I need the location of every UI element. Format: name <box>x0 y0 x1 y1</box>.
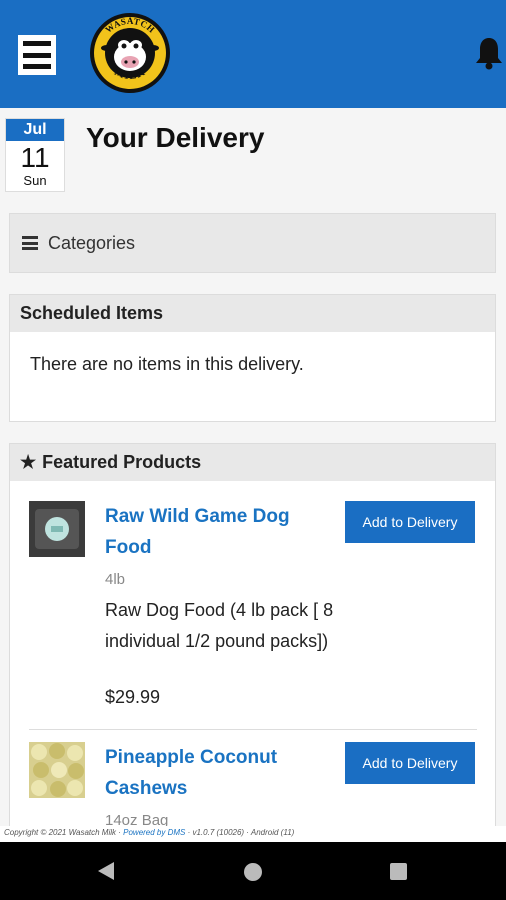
main-content: Jul 11 Sun Your Delivery Categories Sche… <box>0 108 506 826</box>
home-icon[interactable] <box>244 863 262 881</box>
product-name[interactable]: Raw Wild Game Dog Food <box>105 501 315 563</box>
product-price: $29.99 <box>105 687 161 707</box>
categories-button[interactable]: Categories <box>9 213 496 273</box>
add-to-delivery-button[interactable]: Add to Delivery <box>345 742 475 784</box>
product-image[interactable] <box>29 501 85 557</box>
date-month: Jul <box>6 119 64 141</box>
add-to-delivery-button[interactable]: Add to Delivery <box>345 501 475 543</box>
product-item: Pineapple Coconut Cashews 14oz Bag Add t… <box>29 742 477 826</box>
scheduled-items-header: Scheduled Items <box>10 295 495 332</box>
app-bar: WASATCH MILK <box>0 0 506 108</box>
empty-message: There are no items in this delivery. <box>30 354 304 374</box>
date-badge: Jul 11 Sun <box>5 118 65 192</box>
categories-label: Categories <box>48 232 136 253</box>
featured-products-title: Featured Products <box>42 452 202 472</box>
product-image[interactable] <box>29 742 85 798</box>
hamburger-icon[interactable] <box>18 35 56 75</box>
date-day: 11 <box>20 142 50 173</box>
wasatch-milk-logo[interactable]: WASATCH MILK <box>89 12 171 94</box>
product-description: Raw Dog Food (4 lb pack [ 8 individual 1… <box>105 600 334 651</box>
featured-products-header: ★ Featured Products <box>10 444 495 481</box>
system-navigation-bar <box>0 842 506 900</box>
divider <box>29 729 477 730</box>
product-size: 4lb <box>105 571 126 588</box>
page-title: Your Delivery <box>86 122 265 153</box>
back-icon[interactable] <box>98 862 114 880</box>
product-name[interactable]: Pineapple Coconut Cashews <box>105 742 315 804</box>
star-icon: ★ <box>20 452 37 472</box>
recent-apps-icon[interactable] <box>390 863 407 880</box>
featured-products-panel: ★ Featured Products Raw Wild Game Dog Fo… <box>9 443 496 826</box>
footer-version: · v1.0.7 (10026) · Android (11) <box>185 828 295 837</box>
product-size: 14oz Bag <box>105 812 169 826</box>
scheduled-items-panel: Scheduled Items There are no items in th… <box>9 294 496 422</box>
date-weekday: Sun <box>23 173 47 188</box>
footer-copyright: Copyright © 2021 Wasatch Milk · <box>4 828 124 837</box>
product-item: Raw Wild Game Dog Food 4lb Raw Dog Food … <box>29 501 477 707</box>
bell-icon[interactable] <box>474 36 504 70</box>
footer: Copyright © 2021 Wasatch Milk · Powered … <box>0 826 506 842</box>
powered-by-link[interactable]: Powered by DMS <box>123 828 185 837</box>
list-icon <box>22 236 38 250</box>
